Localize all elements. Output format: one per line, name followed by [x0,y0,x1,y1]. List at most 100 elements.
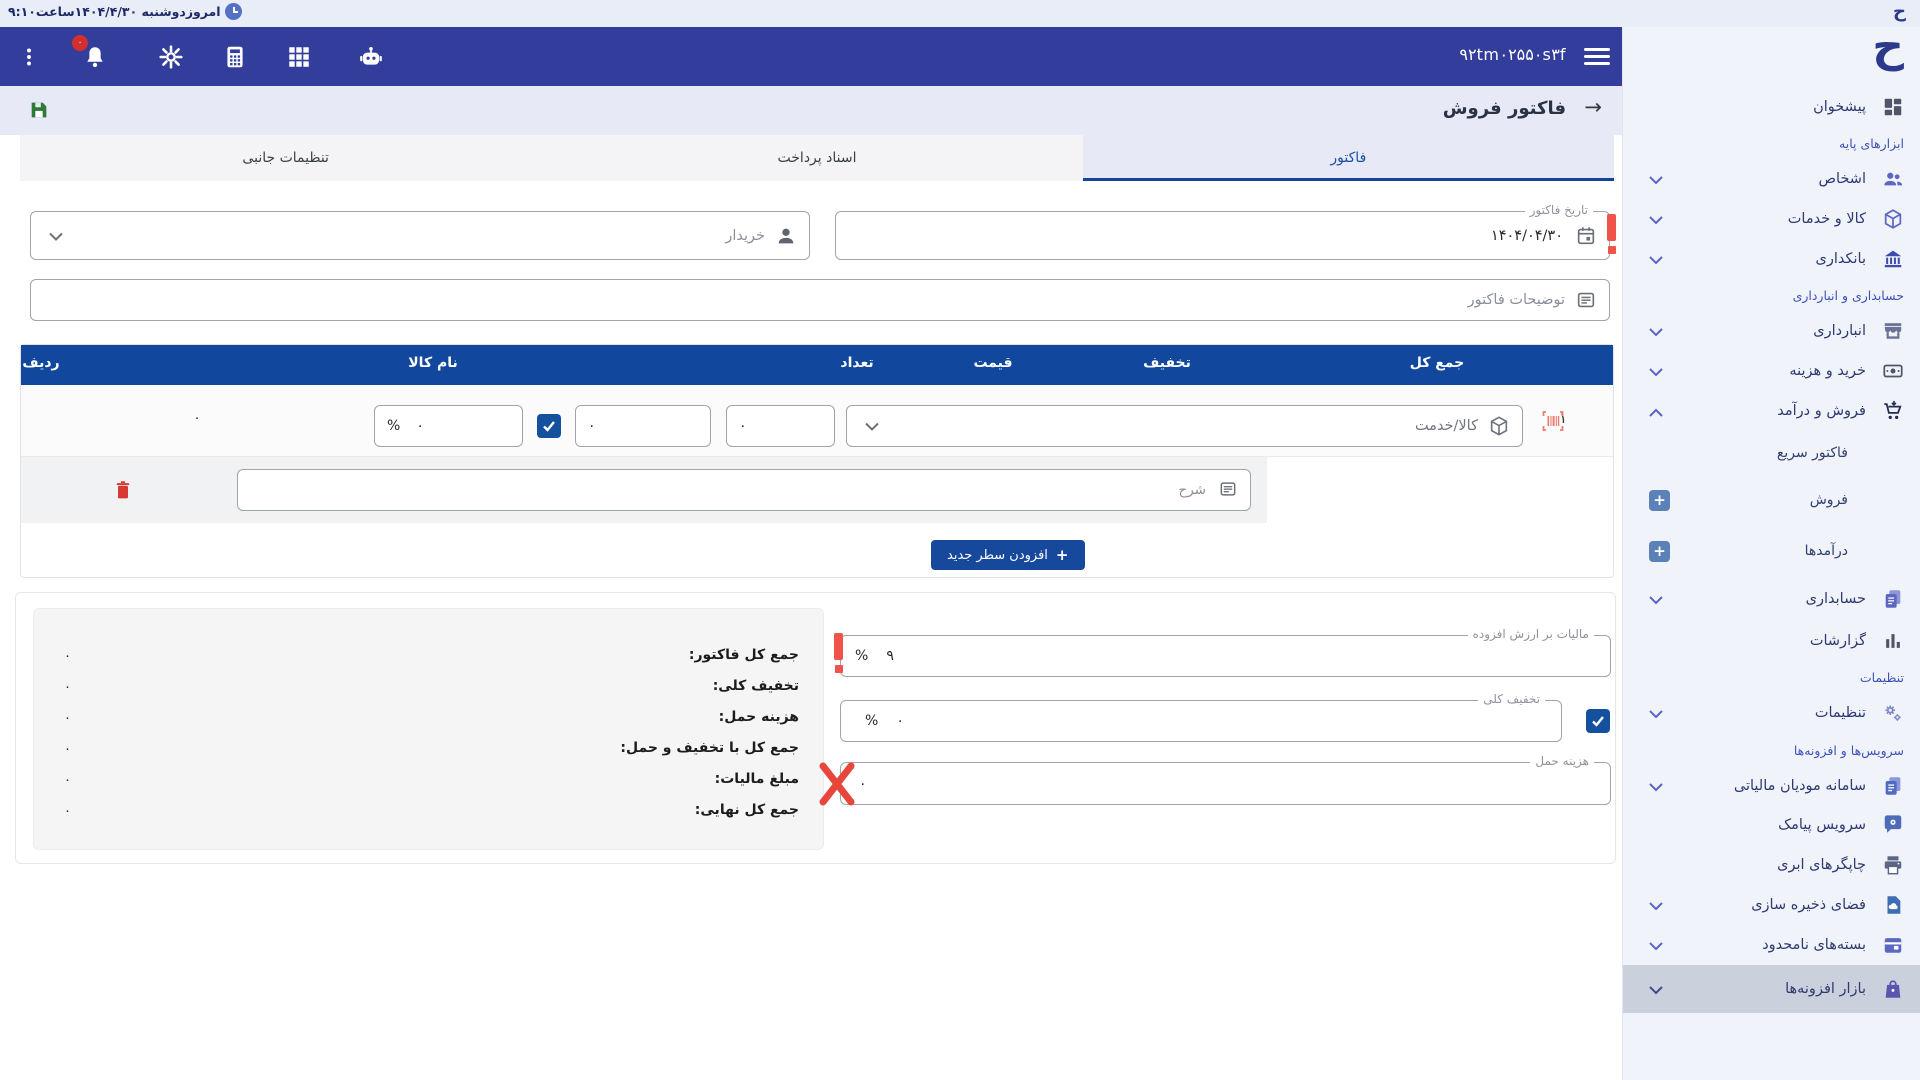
summary-value: ۰ [64,773,71,788]
settings-gear-icon[interactable] [158,44,184,70]
sidebar-item-label: خرید و هزینه [1789,363,1866,379]
main-area: ۰ ۹۲tm۰۲۵۵۰s۳f فاکتور فروش → [0,27,1622,1080]
utility-bar: امروزدوشنبه ۱۴۰۴/۴/۳۰ساعت۹:۱۰ ح [0,0,1920,27]
tab-side-settings[interactable]: تنظیمات جانبی [20,135,551,181]
sidebar-subitem-sales[interactable]: فروش + [1623,475,1920,525]
sidebar-item-label: حسابداری [1806,591,1866,607]
buyer-select[interactable]: خریدار [30,211,810,260]
sidebar-subitem-incomes[interactable]: درآمدها + [1623,525,1920,577]
sidebar-item-reports[interactable]: گزارشات [1623,621,1920,661]
tab-invoice[interactable]: فاکتور [1083,135,1614,181]
sidebar-item-warehousing[interactable]: انبارداری [1623,311,1920,351]
sidebar-item-accounting[interactable]: حسابداری [1623,577,1920,621]
people-icon [1882,168,1904,190]
overall-discount-checkbox[interactable] [1586,709,1610,733]
sidebar-item-tax-system[interactable]: سامانه مودیان مالیاتی [1623,767,1920,805]
overall-discount-value: ۰ [896,713,904,729]
sidebar-item-addons-market[interactable]: بازار افزونه‌ها [1623,965,1920,1013]
price-input[interactable]: ۰ [575,405,711,447]
calendar-icon[interactable] [1575,225,1597,247]
add-row-label: افزودن سطر جدید [947,548,1048,563]
discount-input[interactable]: % ۰ [374,405,523,447]
brand-logo-small: ح [1893,1,1906,22]
documents-icon [1882,588,1904,610]
chevron-down-icon [1649,170,1663,189]
back-arrow-icon[interactable]: → [1584,95,1602,119]
chevron-down-icon [1649,896,1663,915]
sidebar-item-banking[interactable]: بانکداری [1623,239,1920,279]
summary-row: جمع کل با تخفیف و حمل: ۰ [34,740,823,771]
invoice-date-value: ۱۴۰۴/۰۴/۳۰ [1491,228,1563,244]
summary-label: جمع کل فاکتور: [689,647,799,663]
line-total-value: ۰ [177,411,217,426]
summary-value: ۰ [64,742,71,757]
summary-value: ۰ [64,804,71,819]
summary-label: جمع کل نهایی: [695,802,799,818]
datetime-block: امروزدوشنبه ۱۴۰۴/۴/۳۰ساعت۹:۱۰ [8,3,242,20]
quantity-input[interactable]: ۰ [726,405,835,447]
sidebar-item-goods-services[interactable]: کالا و خدمات [1623,199,1920,239]
invoice-date-field[interactable]: تاریخ فاکتور ۱۴۰۴/۰۴/۳۰ [835,211,1610,260]
overall-discount-input[interactable]: تخفیف کلی % ۰ [840,700,1562,742]
sidebar-item-persons[interactable]: اشخاص [1623,159,1920,199]
tab-side-settings-label: تنظیمات جانبی [242,150,329,166]
sidebar-item-cloud-printers[interactable]: چاپگرهای ابری [1623,845,1920,885]
add-income-button[interactable]: + [1649,541,1670,562]
tab-payment-documents[interactable]: اسناد پرداخت [551,135,1082,181]
sidebar-item-storage-space[interactable]: فضای ذخیره سازی [1623,885,1920,925]
price-value: ۰ [588,418,596,434]
tab-invoice-label: فاکتور [1330,150,1366,166]
box-icon [1882,208,1904,230]
sidebar-section-settings: تنظیمات [1623,661,1920,693]
sidebar-section-services-addons: سرویس‌ها و افزونه‌ها [1623,733,1920,767]
vat-value: ۹ [886,648,894,664]
page-title: فاکتور فروش [1443,98,1566,119]
sidebar-item-sales-income[interactable]: فروش و درآمد [1623,391,1920,431]
discount-percent-checkbox[interactable] [537,414,561,438]
delete-row-trash-icon[interactable] [113,479,133,505]
quantity-value: ۰ [739,418,747,434]
sidebar-item-label: بسته‌های نامحدود [1762,937,1866,953]
col-row-number: ردیف [22,355,59,371]
sidebar-item-label: تنظیمات [1815,705,1866,721]
totals-card: جمع کل فاکتور: ۰ تخفیف کلی: ۰ هزینه حمل:… [15,592,1616,864]
sidebar-item-sms-service[interactable]: سرویس پیامک [1623,805,1920,845]
sidebar-item-label: فروش [1810,492,1848,508]
product-select[interactable]: کالا/خدمت [846,405,1523,447]
chevron-down-icon [1649,936,1663,955]
notes-icon [1575,289,1597,311]
sidebar-item-unlimited-packages[interactable]: بسته‌های نامحدود [1623,925,1920,965]
sidebar-item-purchase-expense[interactable]: خرید و هزینه [1623,351,1920,391]
table-row: ۱ کالا/خدمت ۰ ۰ [21,385,1613,457]
overall-discount-unit: % [865,713,878,729]
tenant-code: ۹۲tm۰۲۵۵۰s۳f [1459,45,1566,64]
shipping-cost-input[interactable]: هزینه حمل ۰ [840,762,1611,805]
sidebar-toggle-icon[interactable] [1584,48,1610,66]
save-button[interactable] [28,99,50,121]
sidebar-item-label: فاکتور سریع [1777,445,1848,461]
app-screen: امروزدوشنبه ۱۴۰۴/۴/۳۰ساعت۹:۱۰ ح ۰ [0,0,1920,1080]
row-description-input[interactable]: شرح [237,469,1251,511]
sidebar-subitem-quick-invoice[interactable]: فاکتور سریع [1623,431,1920,475]
summary-label: جمع کل با تخفیف و حمل: [620,740,799,756]
vat-input[interactable]: مالیات بر ارزش افزوده % ۹ [840,635,1611,677]
notes-icon [1216,479,1238,501]
sidebar-item-dashboard[interactable]: پیشخوان [1623,87,1920,127]
add-sale-button[interactable]: + [1649,490,1670,511]
notification-badge: ۰ [72,35,88,51]
apps-grid-icon[interactable] [286,44,312,70]
invoice-notes-input[interactable]: توضیحات فاکتور [30,279,1610,321]
calculator-icon[interactable] [222,44,248,70]
assistant-robot-icon[interactable] [358,44,384,70]
barcode-icon[interactable] [1541,409,1565,437]
sidebar-item-settings[interactable]: تنظیمات [1623,693,1920,733]
invoice-date-required-marker [1607,214,1616,254]
summary-row: هزینه حمل: ۰ [34,709,823,740]
kebab-menu-icon[interactable] [16,44,42,70]
add-row-button[interactable]: + افزودن سطر جدید [931,540,1085,570]
sidebar-item-label: بانکداری [1816,251,1867,267]
summary-row: مبلغ مالیات: ۰ [34,771,823,802]
invoice-notes-placeholder: توضیحات فاکتور [1468,292,1565,308]
sidebar-item-label: اشخاص [1819,171,1867,187]
col-line-total: جمع کل [1410,355,1465,371]
